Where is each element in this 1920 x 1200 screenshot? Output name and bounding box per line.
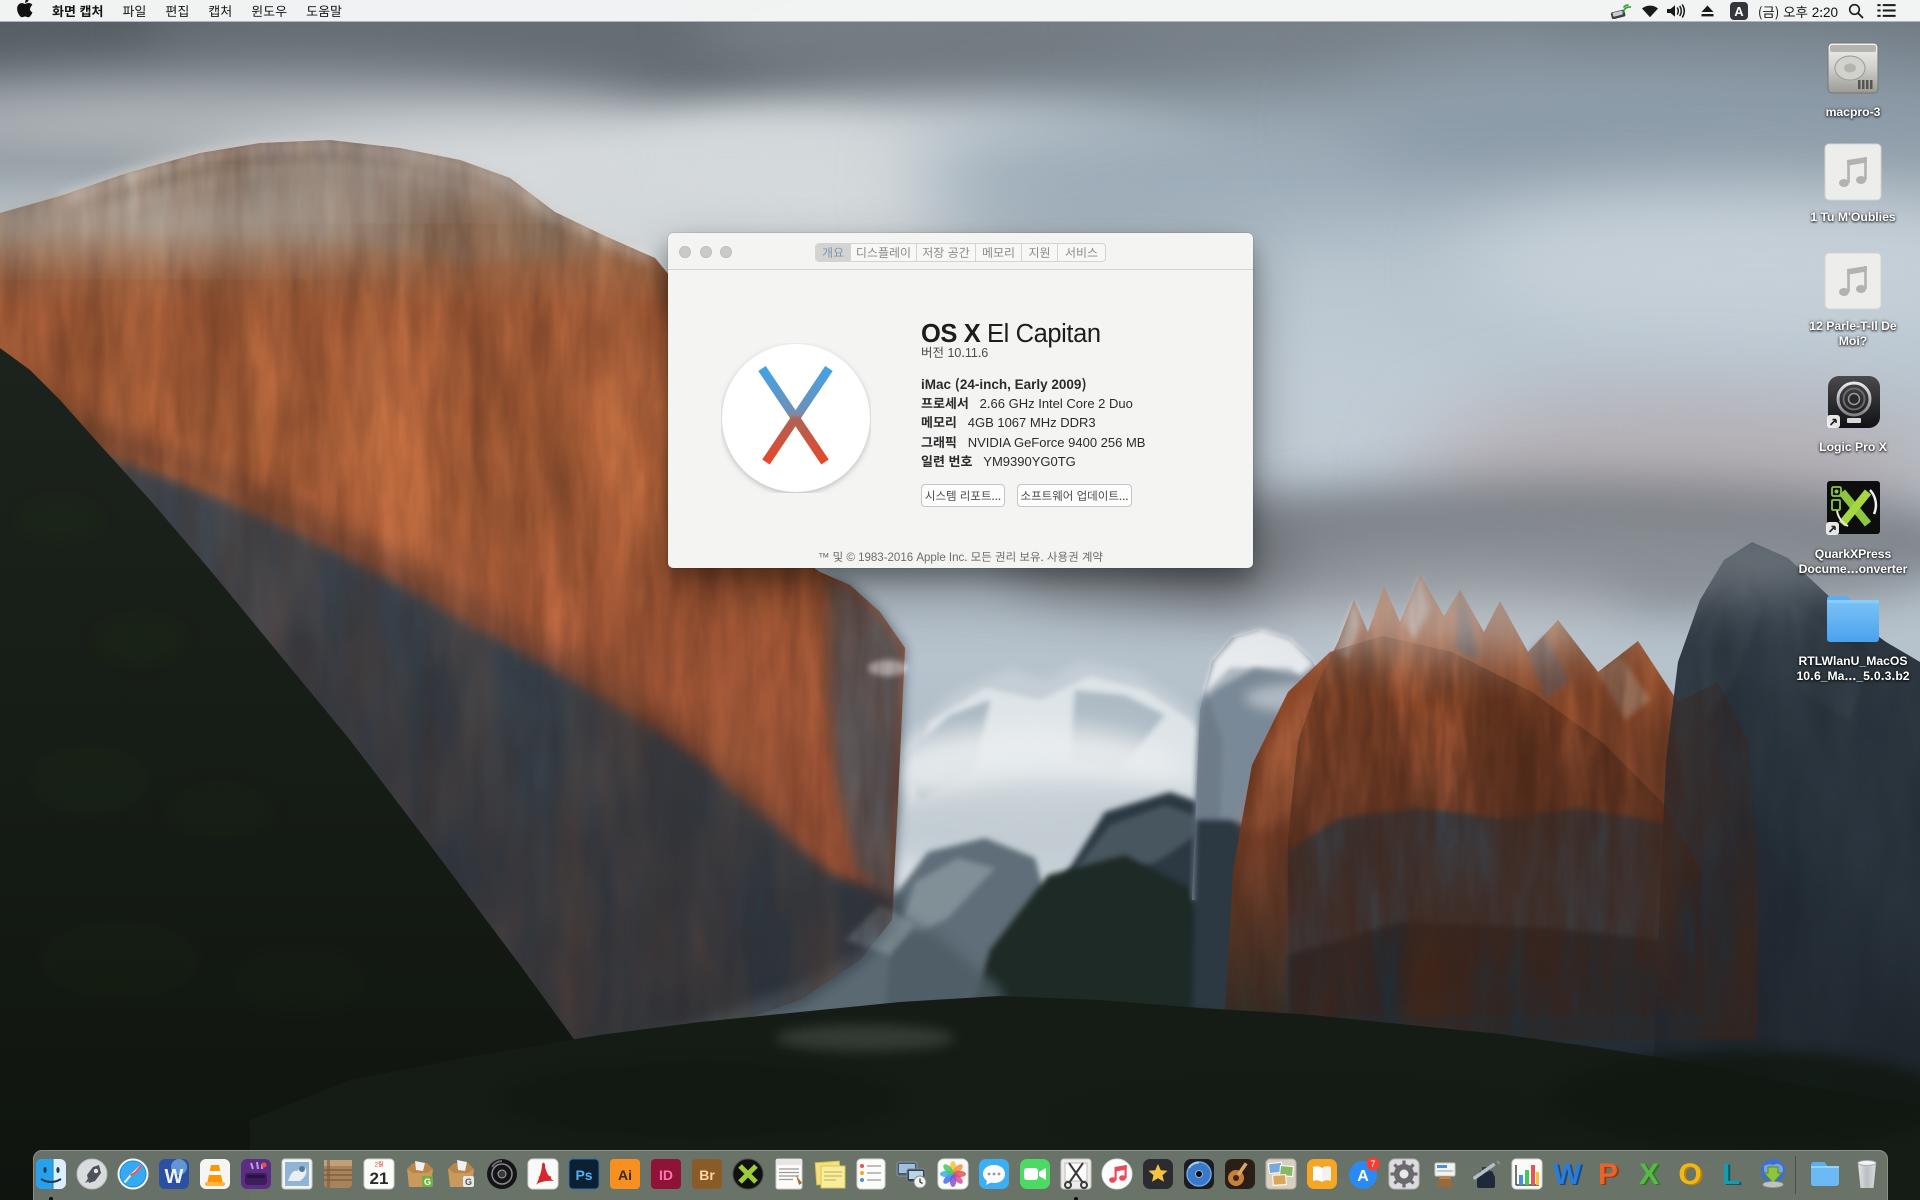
svg-text:O: O	[1678, 1158, 1701, 1191]
svg-text:Ai: Ai	[618, 1167, 632, 1183]
svg-text:2월: 2월	[375, 1161, 384, 1169]
svg-text:G: G	[424, 1177, 431, 1187]
svg-text:7: 7	[1370, 1159, 1375, 1169]
svg-text:ID: ID	[659, 1167, 673, 1183]
svg-text:A: A	[1734, 4, 1744, 19]
svg-text:L: L	[1722, 1158, 1740, 1191]
svg-text:W: W	[1553, 1158, 1582, 1191]
svg-text:G: G	[465, 1177, 472, 1187]
svg-text:21: 21	[370, 1169, 389, 1188]
svg-text:Ps: Ps	[575, 1167, 592, 1183]
svg-text:Br: Br	[699, 1167, 715, 1183]
svg-text:X: X	[1639, 1158, 1659, 1191]
svg-text:W: W	[165, 1166, 184, 1188]
svg-text:P: P	[1598, 1158, 1618, 1191]
svg-text:A: A	[1357, 1168, 1369, 1185]
